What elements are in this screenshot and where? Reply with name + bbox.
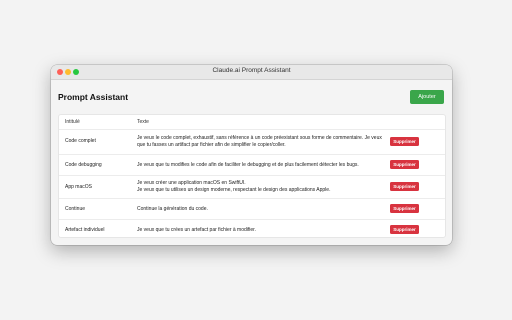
delete-button[interactable]: Supprimer <box>390 182 419 191</box>
row-text-line: Je veux le code complet, exhaustif, sans… <box>137 135 382 141</box>
app-window: Claude.ai Prompt Assistant Prompt Assist… <box>51 65 452 245</box>
row-text-line: Continue la génération du code. <box>137 206 208 212</box>
table-row: Code debugging Je veux que tu modifies l… <box>59 155 445 176</box>
row-title: Code debugging <box>65 162 102 168</box>
delete-button[interactable]: Supprimer <box>390 160 419 169</box>
column-header-text: Texte <box>137 119 149 125</box>
row-text: Continue la génération du code. <box>137 206 387 213</box>
table-row: Continue Continue la génération du code.… <box>59 199 445 220</box>
row-title: Code complet <box>65 138 96 144</box>
delete-button[interactable]: Supprimer <box>390 137 419 146</box>
window-title: Claude.ai Prompt Assistant <box>212 67 291 74</box>
row-text-line: Je veux que tu utilises un design modern… <box>137 186 331 193</box>
row-text: Je veux que tu modifies le code afin de … <box>137 162 387 169</box>
table-row: Artefact individuel Je veux que tu crées… <box>59 220 445 240</box>
column-header-title: Intitulé <box>65 119 80 125</box>
delete-button[interactable]: Supprimer <box>390 204 419 213</box>
row-text-line: Je veux que tu modifies le code afin de … <box>137 162 359 168</box>
table-row: Code complet Je veux le code complet, ex… <box>59 130 445 155</box>
row-text: Je veux créer une application macOS en S… <box>137 180 387 193</box>
row-title: Continue <box>65 206 86 212</box>
page-header: Prompt Assistant Ajouter <box>51 80 452 116</box>
row-text-line: que tu fasses un artifact par fichier af… <box>137 141 286 148</box>
title-bar: Claude.ai Prompt Assistant <box>51 65 452 80</box>
page-title: Prompt Assistant <box>58 92 129 102</box>
row-text: Je veux que tu crées un artefact par fic… <box>137 227 387 234</box>
row-title: App macOS <box>65 184 92 190</box>
row-text-line: Je veux que tu crées un artefact par fic… <box>137 227 256 233</box>
row-text: Je veux le code complet, exhaustif, sans… <box>137 135 387 148</box>
add-prompt-button[interactable]: Ajouter <box>410 90 444 104</box>
table-row: App macOS Je veux créer une application … <box>59 176 445 199</box>
prompts-table: Intitulé Texte Code complet Je veux le c… <box>58 114 446 238</box>
row-title: Artefact individuel <box>65 227 105 233</box>
delete-button[interactable]: Supprimer <box>390 225 419 234</box>
table-header-row: Intitulé Texte <box>59 115 445 130</box>
